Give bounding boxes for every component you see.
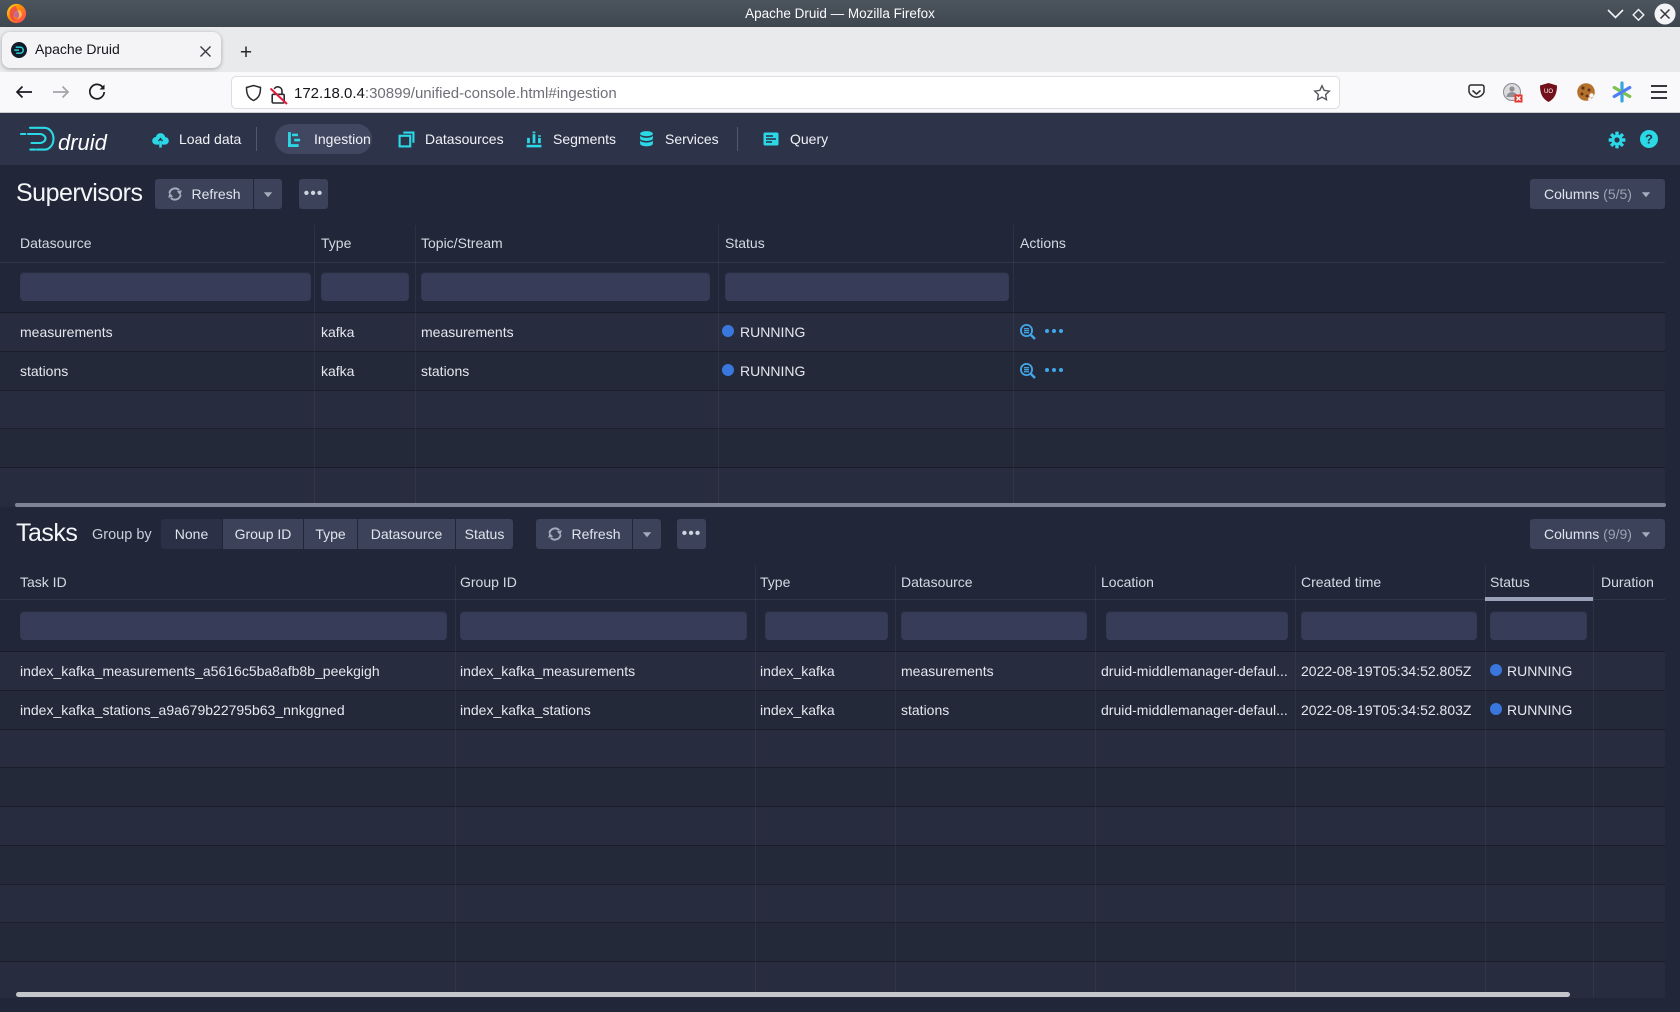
svg-text:?: ? (1645, 132, 1653, 147)
svg-text:UO: UO (1544, 89, 1553, 95)
svg-text:druid: druid (58, 130, 108, 153)
